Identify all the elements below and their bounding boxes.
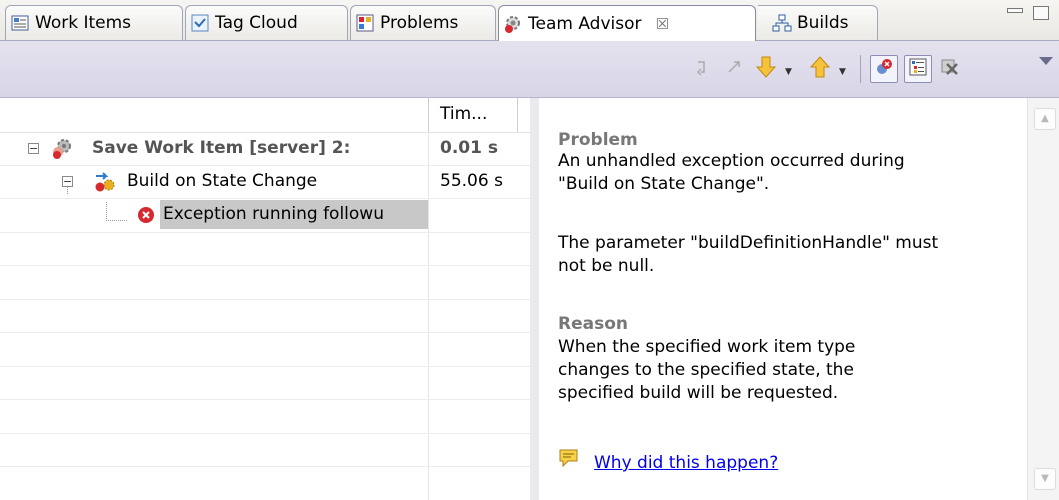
- tab-team-advisor[interactable]: Team Advisor ☒: [498, 5, 756, 41]
- problems-icon: [355, 13, 375, 33]
- view-tab-bar: Work Items Tag Cloud Problems Team Advis…: [0, 0, 1059, 41]
- tab-problems[interactable]: Problems: [350, 5, 496, 40]
- error-filter-icon: [874, 57, 894, 82]
- vertical-scrollbar[interactable]: ▲ ▼: [1027, 98, 1059, 500]
- next-button[interactable]: [752, 55, 780, 83]
- advisor-tree-table: Tim... − Save Work Item [server] 2: 0.01…: [0, 98, 530, 500]
- tab-tag-cloud[interactable]: Tag Cloud: [185, 5, 348, 40]
- row-divider: [0, 332, 530, 333]
- row-divider: [0, 299, 530, 300]
- row-name: Exception running followu: [163, 204, 384, 224]
- chevron-down-icon[interactable]: ▼: [839, 67, 846, 77]
- row-time: 55.06 s: [440, 171, 503, 191]
- reason-text-3: specified build will be requested.: [558, 383, 839, 403]
- tab-label: Work Items: [35, 13, 132, 33]
- table-header: Tim...: [0, 98, 530, 133]
- row-divider: [0, 433, 530, 434]
- maximize-button[interactable]: [1033, 6, 1049, 20]
- problem-text-1: An unhandled exception occurred during: [558, 151, 905, 171]
- previous-button[interactable]: [806, 55, 834, 83]
- arrow-up-icon: [809, 55, 831, 84]
- show-errors-button[interactable]: [870, 55, 898, 83]
- tree-view-icon: [908, 57, 928, 82]
- close-tab-icon[interactable]: ☒: [656, 15, 669, 33]
- chevron-down-icon[interactable]: ▼: [785, 67, 792, 77]
- problem-text-3: The parameter "buildDefinitionHandle" mu…: [558, 233, 939, 253]
- remove-all-icon: [939, 56, 961, 83]
- show-tree-button[interactable]: [904, 55, 932, 83]
- problem-heading: Problem: [558, 130, 638, 150]
- error-icon: [137, 206, 155, 229]
- tab-label: Problems: [380, 13, 459, 33]
- column-header-name[interactable]: [0, 98, 429, 132]
- table-row-selected[interactable]: Exception running followu: [0, 198, 530, 231]
- table-row[interactable]: − Build on State Change 55.06 s: [0, 165, 530, 198]
- help-bubble-icon: [558, 448, 580, 473]
- row-divider: [0, 366, 530, 367]
- view-menu-icon[interactable]: [1039, 57, 1053, 65]
- minimize-button[interactable]: [1007, 8, 1023, 13]
- collapse-toggle-icon[interactable]: −: [62, 176, 73, 187]
- tab-label: Team Advisor: [528, 13, 642, 34]
- scroll-down-button[interactable]: ▼: [1034, 468, 1056, 490]
- tab-work-items[interactable]: Work Items: [5, 5, 183, 40]
- reason-text-1: When the specified work item type: [558, 337, 856, 357]
- collapse-button[interactable]: [688, 55, 716, 83]
- row-time: 0.01 s: [440, 138, 498, 158]
- scroll-up-button[interactable]: ▲: [1034, 108, 1056, 130]
- why-did-this-happen-link[interactable]: Why did this happen?: [594, 453, 778, 473]
- row-divider: [0, 399, 530, 400]
- link-icon: [725, 58, 743, 81]
- builds-icon: [772, 13, 792, 33]
- collapse-icon: [693, 58, 711, 81]
- pane-splitter[interactable]: [530, 98, 539, 500]
- row-divider: [0, 466, 530, 467]
- tab-label: Builds: [797, 13, 849, 33]
- collapse-toggle-icon[interactable]: −: [28, 143, 39, 154]
- tag-cloud-icon: [190, 13, 210, 33]
- tab-label: Tag Cloud: [215, 13, 298, 33]
- problem-text-2: "Build on State Change".: [558, 174, 770, 194]
- problem-text-4: not be null.: [558, 256, 655, 276]
- detail-pane: Problem An unhandled exception occurred …: [539, 98, 1027, 500]
- remove-all-button[interactable]: [936, 55, 964, 83]
- work-items-icon: [10, 13, 30, 33]
- link-button[interactable]: [720, 55, 748, 83]
- reason-heading: Reason: [558, 314, 628, 334]
- participant-error-icon: [92, 170, 118, 199]
- toolbar-separator: [860, 55, 861, 83]
- team-advisor-icon: [503, 14, 523, 34]
- row-divider: [0, 265, 530, 266]
- tab-builds[interactable]: Builds: [758, 5, 878, 40]
- column-divider: [517, 98, 518, 132]
- row-name: Save Work Item [server] 2:: [92, 138, 351, 158]
- row-divider: [0, 232, 530, 233]
- row-name: Build on State Change: [127, 171, 318, 191]
- reason-text-2: changes to the specified state, the: [558, 360, 854, 380]
- arrow-down-icon: [755, 55, 777, 84]
- view-toolbar: ▼ ▼: [0, 41, 1059, 98]
- operation-error-icon: [50, 137, 74, 166]
- window-controls: [1007, 6, 1049, 20]
- column-header-time[interactable]: Tim...: [440, 104, 487, 124]
- table-row[interactable]: − Save Work Item [server] 2: 0.01 s: [0, 132, 530, 165]
